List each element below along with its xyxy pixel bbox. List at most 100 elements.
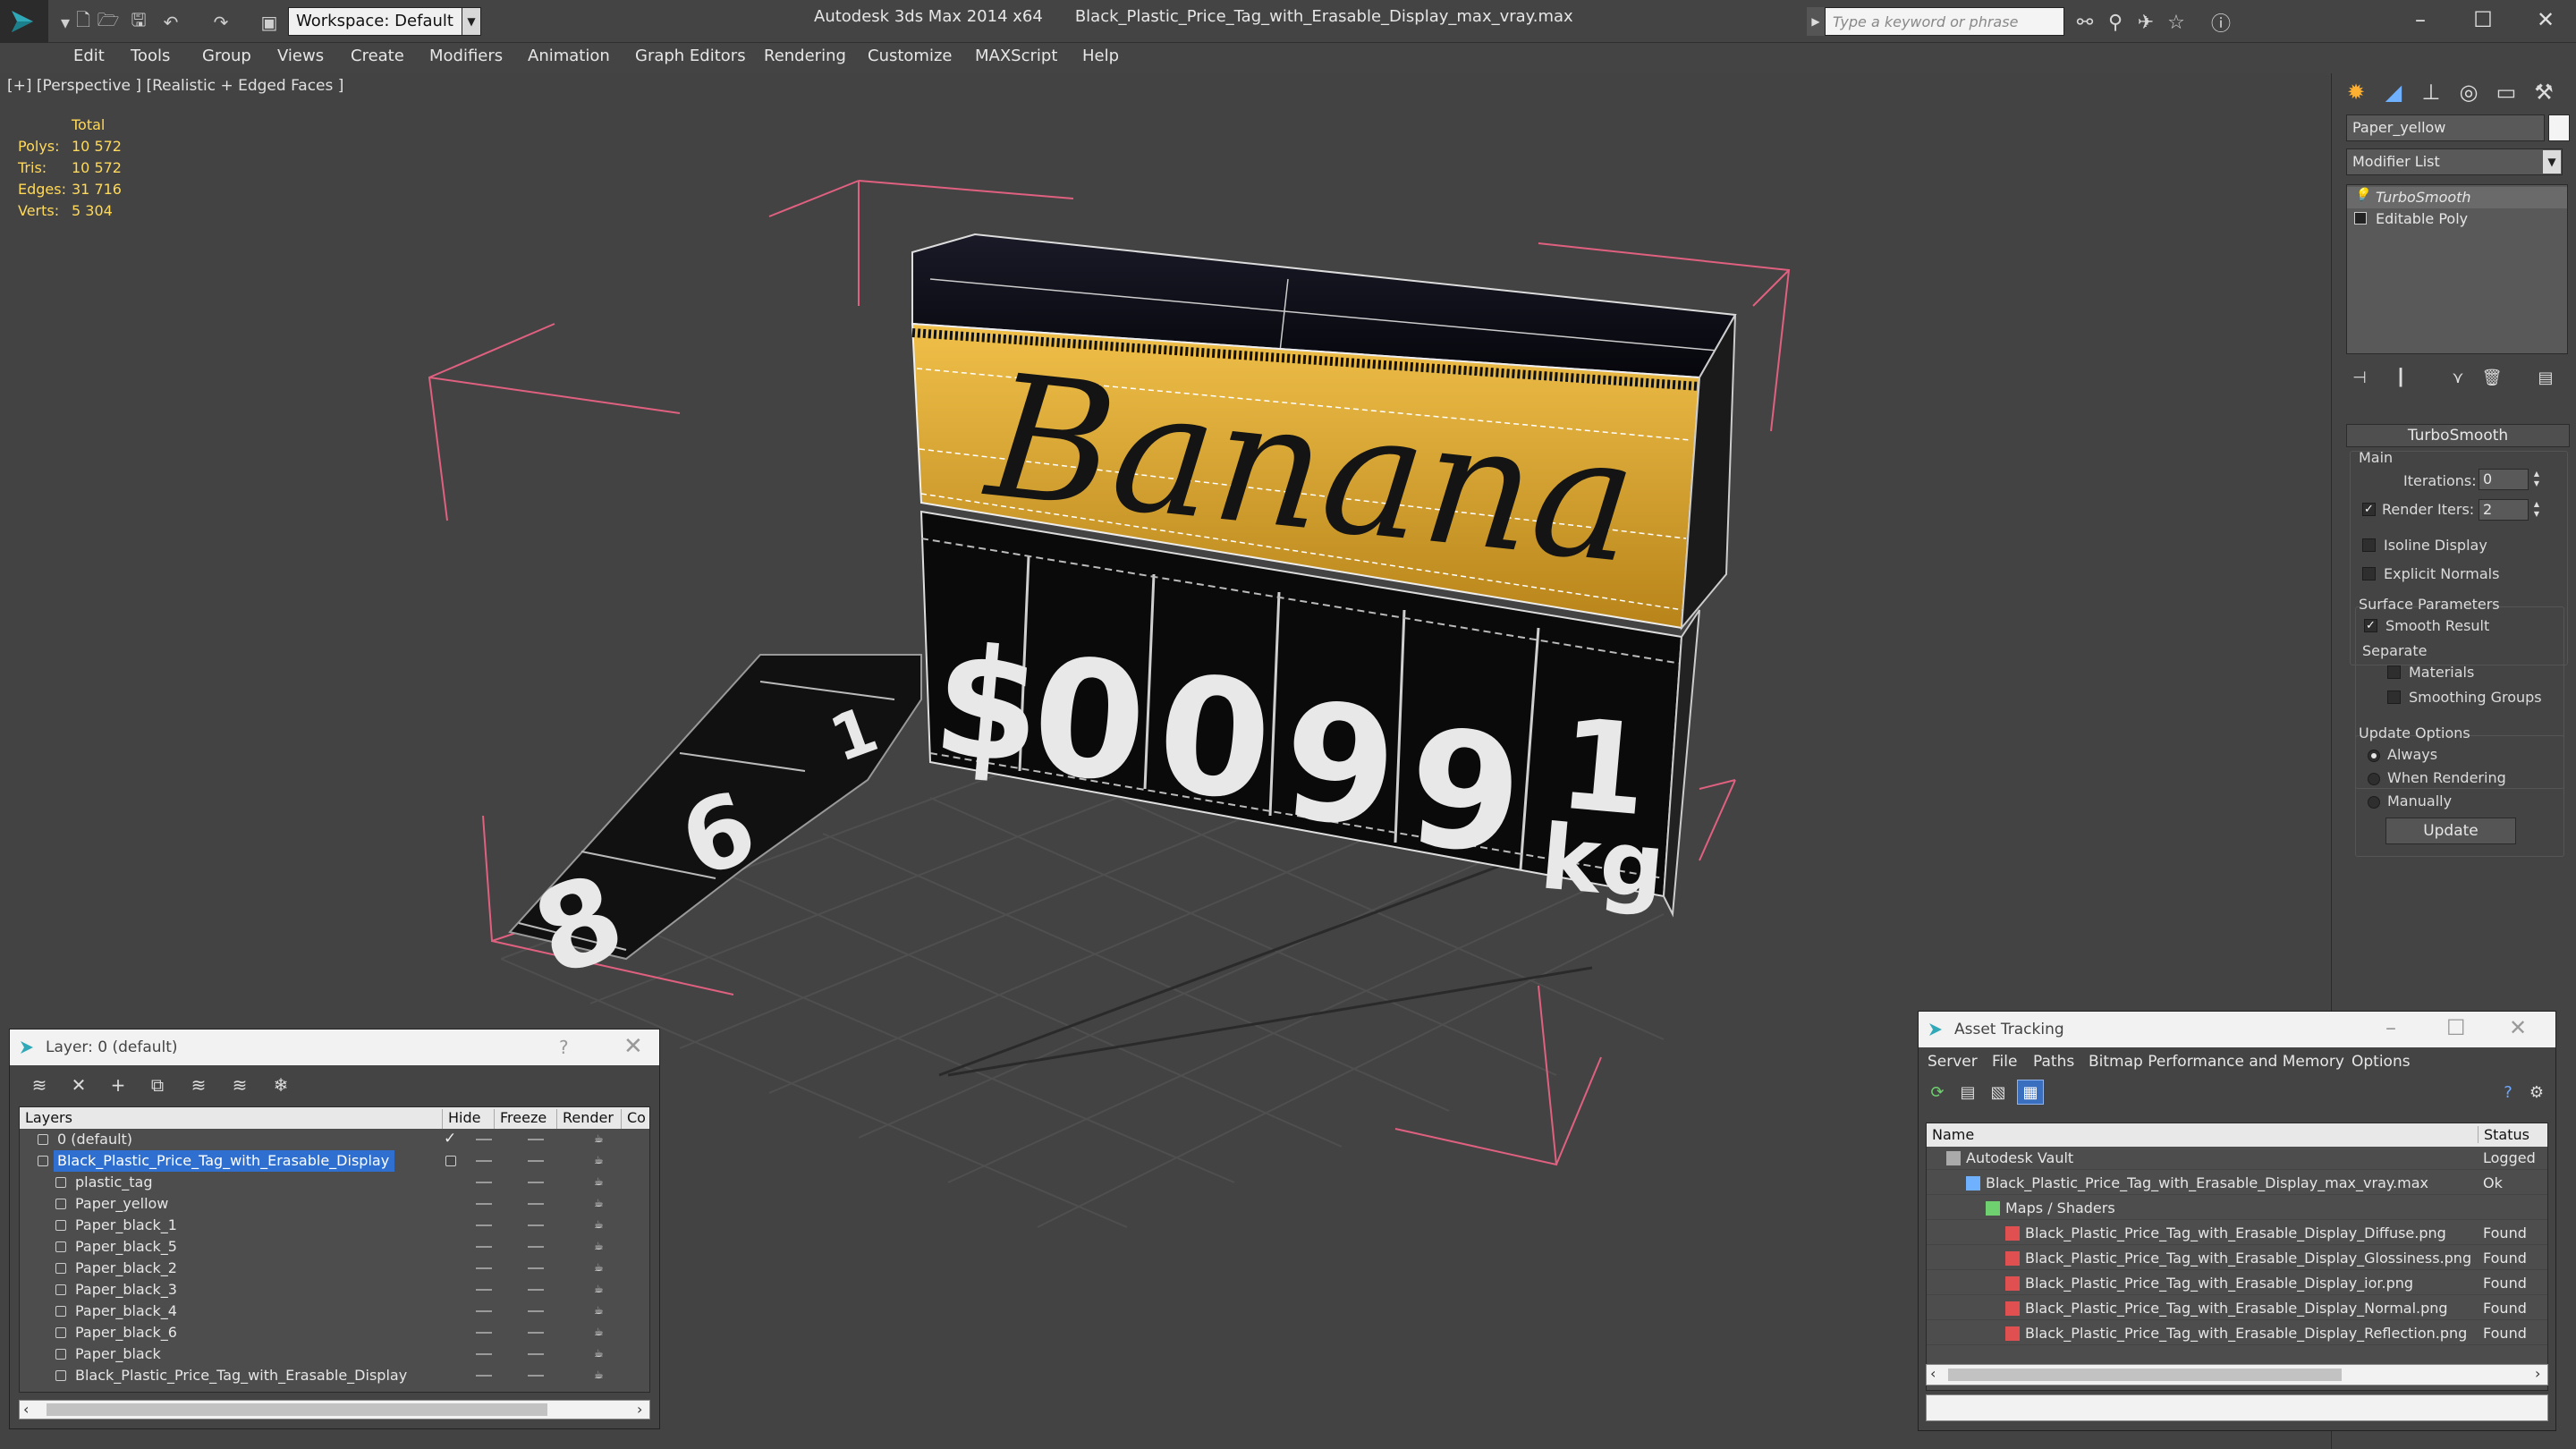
settings-icon[interactable]: ⚙ bbox=[2523, 1080, 2550, 1105]
hide-toggle[interactable] bbox=[476, 1375, 492, 1377]
spinner-arrows-icon[interactable]: ▲ ▼ bbox=[2530, 499, 2543, 521]
freeze-toggle[interactable] bbox=[528, 1332, 544, 1334]
hide-toggle[interactable] bbox=[476, 1246, 492, 1248]
render-teapot-icon[interactable]: ☕ bbox=[594, 1284, 608, 1294]
freeze-toggle[interactable] bbox=[528, 1267, 544, 1269]
asset-row[interactable]: Black_Plastic_Price_Tag_with_Erasable_Di… bbox=[1927, 1222, 2547, 1245]
open-file-icon[interactable]: 🗁 bbox=[97, 9, 120, 34]
chevron-down-icon[interactable]: ▼ bbox=[2543, 150, 2561, 174]
freeze-toggle[interactable] bbox=[528, 1160, 544, 1162]
asset-dialog-titlebar[interactable]: Asset Tracking – ☐ ✕ bbox=[1919, 1012, 2555, 1047]
layer-name[interactable]: Paper_black_4 bbox=[72, 1301, 182, 1322]
help-icon[interactable]: ? bbox=[559, 1037, 569, 1058]
new-file-icon[interactable]: 🗋 bbox=[72, 9, 95, 34]
hide-toggle[interactable] bbox=[476, 1224, 492, 1226]
render-teapot-icon[interactable]: ☕ bbox=[594, 1326, 608, 1337]
manually-radio[interactable] bbox=[2368, 796, 2380, 809]
menu-help[interactable]: Help bbox=[1082, 47, 1119, 65]
save-file-icon[interactable]: 🖫 bbox=[127, 9, 150, 34]
render-teapot-icon[interactable]: ☕ bbox=[594, 1241, 608, 1251]
asset-menu-options[interactable]: Options bbox=[2351, 1053, 2411, 1071]
layer-name[interactable]: Paper_black_5 bbox=[72, 1236, 182, 1258]
menu-views[interactable]: Views bbox=[277, 47, 324, 65]
layer-name[interactable]: 0 (default) bbox=[54, 1129, 138, 1150]
menu-graph-editors[interactable]: Graph Editors bbox=[635, 47, 746, 65]
layer-name[interactable]: Black_Plastic_Price_Tag_with_Erasable_Di… bbox=[54, 1150, 395, 1172]
hide-toggle[interactable] bbox=[476, 1332, 492, 1334]
asset-row[interactable]: Black_Plastic_Price_Tag_with_Erasable_Di… bbox=[1927, 1172, 2547, 1195]
layer-row[interactable]: plastic_tag ☕ bbox=[20, 1172, 649, 1193]
minimize-icon[interactable]: – bbox=[2394, 4, 2447, 36]
layer-row[interactable]: Black_Plastic_Price_Tag_with_Erasable_Di… bbox=[20, 1365, 649, 1386]
render-teapot-icon[interactable]: ☕ bbox=[594, 1198, 608, 1208]
current-layer-check-icon[interactable]: ✓ bbox=[444, 1130, 456, 1148]
scroll-left-icon[interactable]: ‹ bbox=[23, 1401, 29, 1418]
hide-toggle[interactable] bbox=[476, 1160, 492, 1162]
scroll-left-icon[interactable]: ‹ bbox=[1930, 1365, 1936, 1382]
table-view-icon[interactable]: ▦ bbox=[2017, 1080, 2044, 1105]
menu-customize[interactable]: Customize bbox=[868, 47, 952, 65]
create-tab-icon[interactable]: ✹ bbox=[2337, 73, 2375, 111]
render-teapot-icon[interactable]: ☕ bbox=[594, 1176, 608, 1187]
asset-row[interactable]: Maps / Shaders bbox=[1927, 1197, 2547, 1220]
close-icon[interactable]: ✕ bbox=[2509, 1015, 2527, 1040]
menu-modifiers[interactable]: Modifiers bbox=[429, 47, 503, 65]
asset-menu-server[interactable]: Server bbox=[1928, 1053, 1978, 1071]
menu-animation[interactable]: Animation bbox=[528, 47, 610, 65]
asset-row[interactable]: Black_Plastic_Price_Tag_with_Erasable_Di… bbox=[1927, 1272, 2547, 1295]
render-iters-checkbox[interactable]: ✓ bbox=[2362, 503, 2376, 516]
asset-row[interactable]: Black_Plastic_Price_Tag_with_Erasable_Di… bbox=[1927, 1247, 2547, 1270]
layer-name[interactable]: Paper_black bbox=[72, 1343, 166, 1365]
modify-tab-icon[interactable]: ◢ bbox=[2375, 73, 2412, 111]
freeze-toggle[interactable] bbox=[528, 1310, 544, 1312]
horizontal-scrollbar[interactable]: ‹ › bbox=[1926, 1364, 2548, 1385]
modifier-list-dropdown[interactable]: Modifier List bbox=[2346, 148, 2563, 175]
asset-menu-file[interactable]: File bbox=[1992, 1053, 2017, 1071]
layer-row[interactable]: Paper_black_6 ☕ bbox=[20, 1322, 649, 1343]
redo-icon[interactable]: ↷ bbox=[209, 11, 233, 34]
hide-toggle[interactable] bbox=[476, 1267, 492, 1269]
col-layers[interactable]: Layers bbox=[20, 1109, 72, 1129]
smooth-result-checkbox[interactable]: ✓ bbox=[2364, 619, 2377, 632]
lightbulb-icon[interactable]: 💡 bbox=[2354, 188, 2369, 202]
col-hide[interactable]: Hide bbox=[442, 1109, 480, 1129]
search-input[interactable]: Type a keyword or phrase bbox=[1825, 7, 2064, 36]
make-unique-icon[interactable]: ⋎ bbox=[2445, 365, 2471, 390]
object-color-swatch[interactable] bbox=[2548, 114, 2570, 141]
explicit-normals-checkbox[interactable] bbox=[2362, 567, 2376, 580]
hierarchy-tab-icon[interactable]: ⊥ bbox=[2412, 73, 2450, 111]
viewport-label[interactable]: [+] [Perspective ] [Realistic + Edged Fa… bbox=[7, 77, 343, 95]
isoline-display-checkbox[interactable] bbox=[2362, 538, 2376, 552]
help-icon[interactable]: ⓘ bbox=[2207, 9, 2234, 36]
maximize-icon[interactable]: ☐ bbox=[2456, 4, 2510, 36]
layer-name[interactable]: plastic_tag bbox=[72, 1172, 158, 1193]
motion-tab-icon[interactable]: ◎ bbox=[2450, 73, 2487, 111]
layer-name[interactable]: Paper_black_6 bbox=[72, 1322, 182, 1343]
horizontal-scrollbar[interactable]: ‹ › bbox=[19, 1400, 650, 1419]
hide-toggle[interactable] bbox=[476, 1182, 492, 1183]
hide-toggle[interactable] bbox=[476, 1353, 492, 1355]
menu-tools[interactable]: Tools bbox=[131, 47, 170, 65]
col-render[interactable]: Render bbox=[556, 1109, 614, 1129]
freeze-toggle[interactable] bbox=[528, 1375, 544, 1377]
add-to-layer-icon[interactable]: + bbox=[105, 1072, 131, 1097]
col-color[interactable]: Co bbox=[621, 1109, 646, 1129]
layer-name[interactable]: Paper_black_3 bbox=[72, 1279, 182, 1301]
set-current-box-icon[interactable] bbox=[445, 1156, 456, 1166]
hide-toggle[interactable] bbox=[476, 1310, 492, 1312]
freeze-toggle[interactable] bbox=[528, 1203, 544, 1205]
asset-menu-paths[interactable]: Paths bbox=[2033, 1053, 2074, 1071]
undo-icon[interactable]: ↶ bbox=[159, 11, 182, 34]
minimize-icon[interactable]: – bbox=[2385, 1015, 2396, 1040]
create-layer-icon[interactable]: ≋ bbox=[26, 1072, 53, 1097]
col-freeze[interactable]: Freeze bbox=[494, 1109, 547, 1129]
layer-row[interactable]: Black_Plastic_Price_Tag_with_Erasable_Di… bbox=[20, 1150, 649, 1172]
col-name[interactable]: Name bbox=[1927, 1126, 1974, 1143]
always-radio[interactable] bbox=[2368, 750, 2380, 762]
project-folder-icon[interactable]: ▣ bbox=[258, 11, 281, 34]
layer-name[interactable]: Black_Plastic_Price_Tag_with_Erasable_Di… bbox=[72, 1365, 412, 1386]
layer-row[interactable]: Paper_black_3 ☕ bbox=[20, 1279, 649, 1301]
delete-layer-icon[interactable]: ✕ bbox=[65, 1072, 92, 1097]
layer-row[interactable]: Paper_black_2 ☕ bbox=[20, 1258, 649, 1279]
pin-stack-icon[interactable]: ⊣ bbox=[2346, 365, 2373, 390]
